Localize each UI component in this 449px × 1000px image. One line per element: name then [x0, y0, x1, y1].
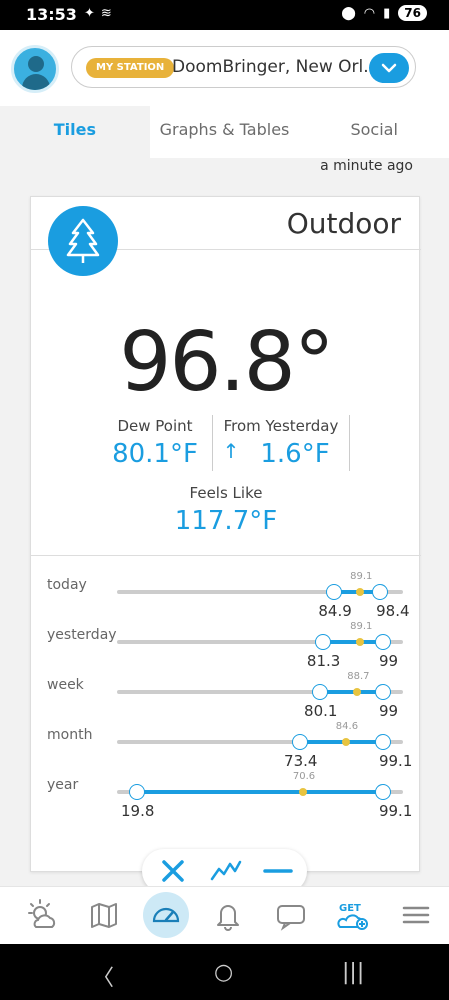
- location-icon: ⬤: [341, 5, 356, 21]
- dew-point-value: 80.1°F: [112, 439, 198, 469]
- range-label: yesterday: [47, 627, 117, 643]
- range-fill: [320, 690, 383, 694]
- last-updated: a minute ago: [320, 158, 413, 174]
- range-average-marker: [356, 588, 365, 596]
- range-row-yesterday: yesterday 89.1 81.3 99: [31, 621, 421, 670]
- range-row-week: week 88.7 80.1 99: [31, 671, 421, 720]
- card-divider-mid: [31, 555, 421, 556]
- bell-icon[interactable]: [210, 897, 246, 933]
- range-fill: [322, 640, 383, 644]
- back-icon[interactable]: 〈: [92, 960, 114, 992]
- butterfly-icon: ✦: [84, 6, 95, 21]
- station-name: DoomBringer, New Orl...: [172, 57, 372, 77]
- outdoor-icon-badge: [48, 206, 118, 276]
- from-yesterday-label: From Yesterday: [223, 417, 339, 435]
- station-selector[interactable]: MY STATION DoomBringer, New Orl...: [71, 46, 416, 88]
- tab-tiles[interactable]: Tiles: [0, 106, 150, 158]
- range-low-value: 73.4: [284, 752, 318, 770]
- range-high-knob: [374, 634, 391, 650]
- menu-icon[interactable]: [398, 897, 434, 933]
- range-row-month: month 84.6 73.4 99.1: [31, 721, 421, 770]
- range-high-knob: [374, 784, 391, 800]
- battery-indicator: 76: [398, 5, 427, 21]
- status-time: 13:53: [26, 5, 77, 24]
- weather-icon[interactable]: [24, 897, 60, 933]
- current-temperature: 96.8°: [119, 315, 335, 410]
- range-high-value: 99.1: [378, 802, 413, 820]
- range-low-knob: [312, 684, 329, 700]
- range-label: year: [47, 777, 79, 793]
- cell-signal-icon: ▮: [383, 5, 391, 21]
- user-icon-head: [28, 56, 44, 72]
- range-low-value: 19.8: [121, 802, 155, 820]
- range-average-label: 84.6: [335, 721, 359, 732]
- card-title: Outdoor: [286, 207, 401, 240]
- range-average-label: 89.1: [350, 621, 373, 632]
- range-high-value: 98.4: [376, 602, 410, 620]
- status-bar: 13:53 ✦ ≋ ⬤ ◠ ▮ 76: [0, 0, 449, 30]
- app-header: MY STATION DoomBringer, New Orl...: [0, 30, 449, 106]
- range-low-knob: [292, 734, 309, 750]
- arrow-up-icon: ↑: [222, 439, 240, 463]
- range-label: week: [47, 677, 84, 693]
- svg-text:GET: GET: [339, 903, 361, 914]
- get-station-icon[interactable]: GET: [334, 897, 370, 933]
- signal-weak-icon: ≋: [100, 6, 112, 21]
- outdoor-card[interactable]: Outdoor 96.8° Dew Point 80.1°F From Yest…: [30, 196, 421, 872]
- range-low-knob: [314, 634, 331, 650]
- range-high-knob: [374, 684, 391, 700]
- range-average-label: 88.7: [347, 671, 370, 682]
- range-label: month: [47, 727, 93, 743]
- avatar[interactable]: [11, 45, 59, 93]
- range-low-value: 81.3: [306, 652, 341, 670]
- recents-icon[interactable]: |||: [342, 960, 364, 985]
- stat-divider: [212, 415, 213, 471]
- range-label: today: [47, 577, 87, 593]
- wifi-icon: ◠: [363, 5, 376, 21]
- range-average-marker: [356, 638, 365, 646]
- status-right: ⬤ ◠ ▮ 76: [341, 5, 427, 21]
- feels-like-label: Feels Like: [189, 484, 263, 502]
- range-average-marker: [298, 788, 307, 796]
- range-low-value: 80.1: [304, 702, 338, 720]
- stat-divider-right: [349, 415, 350, 471]
- range-high-value: 99.1: [378, 752, 413, 770]
- user-icon-body: [22, 74, 50, 90]
- range-high-knob: [372, 584, 389, 600]
- range-average-label: 70.6: [292, 771, 316, 782]
- range-average-marker: [341, 738, 350, 746]
- system-navigation: 〈 ○ |||: [0, 944, 449, 1000]
- range-row-today: today 89.1 84.9 98.4: [31, 571, 421, 620]
- range-low-knob: [129, 784, 146, 800]
- tab-social[interactable]: Social: [299, 106, 449, 158]
- map-icon[interactable]: [86, 897, 122, 933]
- chevron-down-icon: [381, 63, 397, 73]
- range-average-marker: [353, 688, 362, 696]
- range-fill: [137, 790, 383, 794]
- range-high-value: 99: [378, 702, 399, 720]
- tab-graphs-tables[interactable]: Graphs & Tables: [149, 106, 300, 158]
- from-yesterday-value: 1.6°F: [260, 439, 330, 469]
- range-high-value: 99: [378, 652, 399, 670]
- dashboard-icon[interactable]: [148, 897, 184, 933]
- tab-bar: Tiles Graphs & Tables Social: [0, 106, 449, 158]
- home-icon[interactable]: ○: [214, 960, 233, 985]
- range-row-year: year 70.6 19.8 99.1: [31, 771, 421, 820]
- station-badge: MY STATION: [86, 58, 175, 78]
- minus-icon[interactable]: [262, 857, 293, 885]
- dew-point-label: Dew Point: [117, 417, 193, 435]
- bottom-navigation: GET: [0, 886, 449, 944]
- status-notification-icons: ✦ ≋: [84, 6, 112, 21]
- close-icon[interactable]: [158, 857, 188, 885]
- range-low-knob: [326, 584, 343, 600]
- station-dropdown-button[interactable]: [369, 53, 409, 83]
- range-low-value: 84.9: [318, 602, 352, 620]
- tree-icon: [66, 218, 100, 263]
- line-chart-icon[interactable]: [210, 857, 242, 885]
- range-high-knob: [374, 734, 391, 750]
- feels-like-value: 117.7°F: [174, 506, 278, 536]
- range-average-label: 89.1: [350, 571, 373, 582]
- chat-icon[interactable]: [273, 897, 309, 933]
